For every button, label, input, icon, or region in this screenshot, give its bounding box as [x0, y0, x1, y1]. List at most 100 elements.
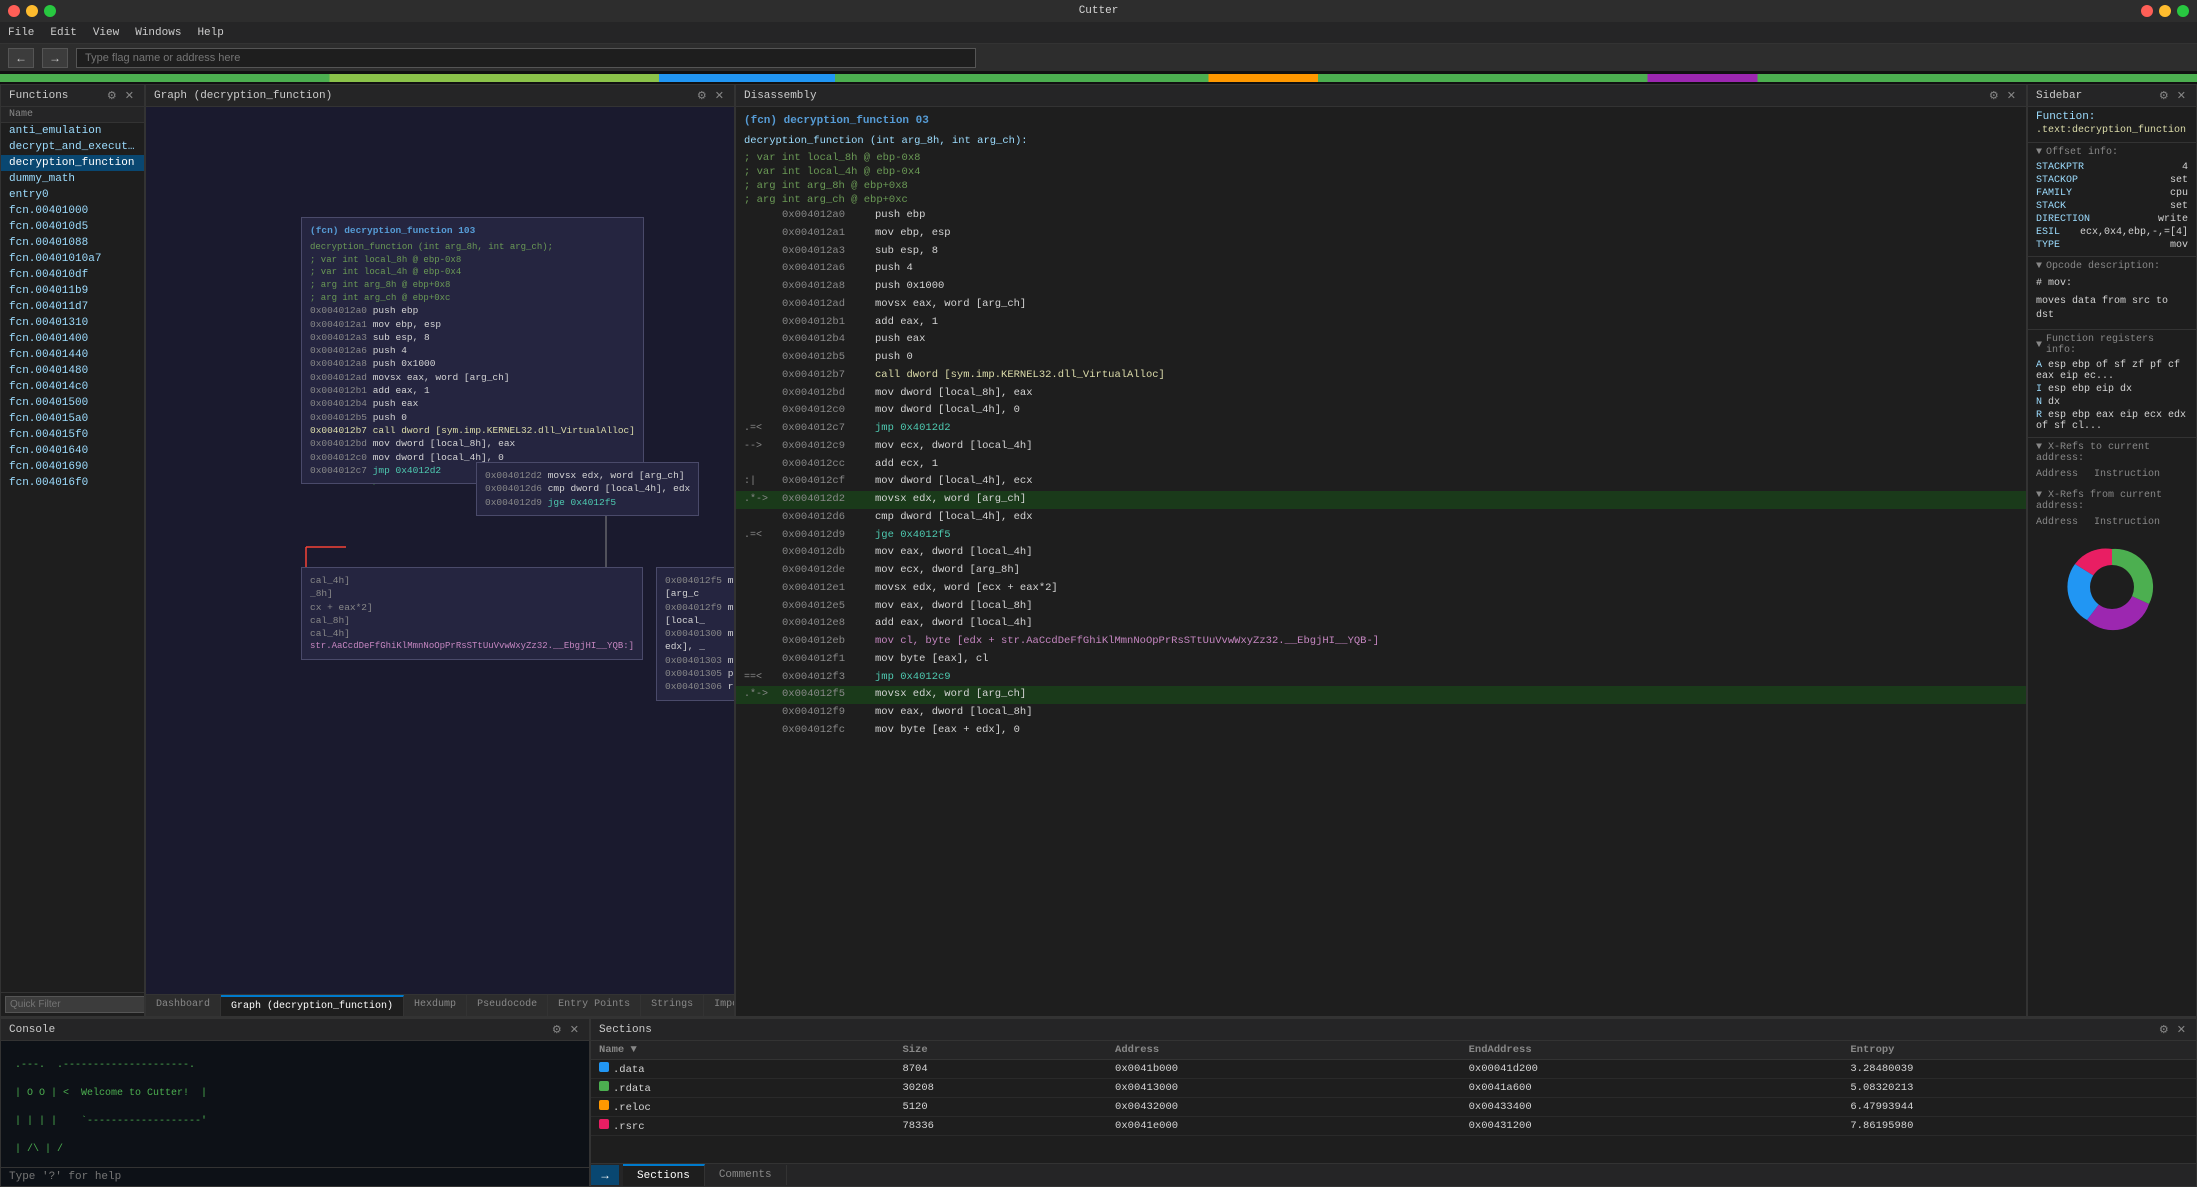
- console-settings-button[interactable]: ⚙: [550, 1023, 564, 1036]
- func-item-fcn.004010d5[interactable]: fcn.004010d5: [1, 219, 144, 235]
- xrefs-from-section: ▼ X-Refs from current address: Address I…: [2028, 486, 2196, 534]
- opcode-desc: moves data from src to dst: [2036, 293, 2188, 325]
- func-item-fcn.00401480[interactable]: fcn.00401480: [1, 363, 144, 379]
- tab-strings[interactable]: Strings: [641, 995, 704, 1016]
- menu-view[interactable]: View: [93, 27, 119, 39]
- tab-hexdump[interactable]: Hexdump: [404, 995, 467, 1016]
- disasm-line-0x004012a3: 0x004012a3sub esp, 8: [736, 243, 2026, 261]
- graph-header: Graph (decryption_function) ⚙ ✕: [146, 85, 734, 107]
- minimize-icon[interactable]: [2159, 5, 2171, 17]
- func-item-fcn.00401500[interactable]: fcn.00401500: [1, 395, 144, 411]
- menubar: File Edit View Windows Help: [0, 22, 2197, 44]
- func-item-fcn.004010df[interactable]: fcn.004010df: [1, 267, 144, 283]
- disasm-line-0x004012a0: 0x004012a0push ebp: [736, 207, 2026, 225]
- disasm-line-0x004012f9: 0x004012f9mov eax, dword [local_8h]: [736, 704, 2026, 722]
- xrefs-from-title[interactable]: ▼ X-Refs from current address:: [2036, 490, 2188, 512]
- functions-controls: ⚙ ✕: [105, 89, 136, 102]
- sidebar-settings-button[interactable]: ⚙: [2157, 89, 2171, 102]
- func-item-fcn.00401690[interactable]: fcn.00401690: [1, 459, 144, 475]
- func-item-fcn.00401010a7[interactable]: fcn.00401010a7: [1, 251, 144, 267]
- btab-sections[interactable]: Sections: [623, 1164, 705, 1186]
- minimize-button[interactable]: [26, 5, 38, 17]
- console-send-button[interactable]: →: [591, 1165, 619, 1185]
- sidebar-function: Function: .text:decryption_function: [2028, 107, 2196, 143]
- sidebar-close-button[interactable]: ✕: [2175, 89, 2188, 102]
- tab-entry-points[interactable]: Entry Points: [548, 995, 641, 1016]
- func-item-fcn.004016f0[interactable]: fcn.004016f0: [1, 475, 144, 491]
- func-item-fcn.004015a0[interactable]: fcn.004015a0: [1, 411, 144, 427]
- func-item-decrypt_and_execute_rsrc[interactable]: decrypt_and_execute_rsrc: [1, 139, 144, 155]
- func-item-anti_emulation[interactable]: anti_emulation: [1, 123, 144, 139]
- xrefs-from-addr-col: Address: [2036, 517, 2078, 528]
- func-item-fcn.004015f0[interactable]: fcn.004015f0: [1, 427, 144, 443]
- func-item-fcn.00401000[interactable]: fcn.00401000: [1, 203, 144, 219]
- disasm-settings-button[interactable]: ⚙: [1987, 89, 2001, 102]
- tab-imports[interactable]: Imports: [704, 995, 734, 1016]
- func-item-fcn.004014c0[interactable]: fcn.004014c0: [1, 379, 144, 395]
- sidebar-regs: ▼ Function registers info: A esp ebp of …: [2028, 330, 2196, 438]
- graph-close-button[interactable]: ✕: [713, 89, 726, 102]
- close-button[interactable]: [8, 5, 20, 17]
- disasm-line-0x004012e8: 0x004012e8add eax, dword [local_4h]: [736, 615, 2026, 633]
- seekbar[interactable]: [0, 72, 2197, 84]
- tab-graph[interactable]: Graph (decryption_function): [221, 995, 404, 1016]
- xrefs-to-title[interactable]: ▼ X-Refs to current address:: [2036, 442, 2188, 464]
- address-bar[interactable]: [76, 48, 976, 68]
- disasm-line-0x004012cf: :| 0x004012cfmov dword [local_4h], ecx: [736, 473, 2026, 491]
- disasm-line-0x004012db: 0x004012dbmov eax, dword [local_4h]: [736, 544, 2026, 562]
- sections-settings-button[interactable]: ⚙: [2157, 1023, 2171, 1036]
- disasm-content[interactable]: (fcn) decryption_function 03 decryption_…: [736, 107, 2026, 1016]
- menu-help[interactable]: Help: [197, 27, 223, 39]
- func-item-decryption_function[interactable]: decryption_function: [1, 155, 144, 171]
- disasm-line-0x004012ad: 0x004012admovsx eax, word [arg_ch]: [736, 296, 2026, 314]
- disasm-line-0x004012f5: .*->0x004012f5movsx edx, word [arg_ch]: [736, 686, 2026, 704]
- menu-windows[interactable]: Windows: [135, 27, 181, 39]
- func-item-fcn.00401640[interactable]: fcn.00401640: [1, 443, 144, 459]
- disasm-line-0x004012bd: 0x004012bdmov dword [local_8h], eax: [736, 385, 2026, 403]
- reg-line-i: I esp ebp eip dx: [2036, 383, 2188, 396]
- disasm-line-0x004012a1: 0x004012a1mov ebp, esp: [736, 225, 2026, 243]
- close-icon[interactable]: [2141, 5, 2153, 17]
- graph-settings-button[interactable]: ⚙: [695, 89, 709, 102]
- func-item-fcn.00401088[interactable]: fcn.00401088: [1, 235, 144, 251]
- col-name: Name ▼: [591, 1041, 894, 1060]
- offset-section-title[interactable]: ▼ Offset info:: [2036, 147, 2188, 158]
- disasm-line-0x004012d9: .=<0x004012d9jge 0x4012f5: [736, 527, 2026, 545]
- func-item-dummy_math[interactable]: dummy_math: [1, 171, 144, 187]
- regs-section-title[interactable]: ▼ Function registers info:: [2036, 334, 2188, 356]
- func-item-fcn.00401310[interactable]: fcn.00401310: [1, 315, 144, 331]
- sidebar-row-esil: ESILecx,0x4,ebp,-,=[4]: [2036, 226, 2188, 239]
- sections-close-button[interactable]: ✕: [2175, 1023, 2188, 1036]
- func-item-fcn.00401440[interactable]: fcn.00401440: [1, 347, 144, 363]
- btab-comments[interactable]: Comments: [705, 1165, 787, 1185]
- func-item-fcn.004011b9[interactable]: fcn.004011b9: [1, 283, 144, 299]
- func-item-entry0[interactable]: entry0: [1, 187, 144, 203]
- tab-dashboard[interactable]: Dashboard: [146, 995, 221, 1016]
- forward-button[interactable]: →: [42, 48, 68, 68]
- functions-settings-button[interactable]: ⚙: [105, 89, 119, 102]
- console-input-area: [1, 1167, 589, 1186]
- disasm-lines: ; var int local_8h @ ebp-0x8; var int lo…: [736, 151, 2026, 740]
- graph-content[interactable]: (fcn) decryption_function 103 decryption…: [146, 107, 734, 994]
- menu-file[interactable]: File: [8, 27, 34, 39]
- maximize-button[interactable]: [44, 5, 56, 17]
- functions-close-button[interactable]: ✕: [123, 89, 136, 102]
- disasm-close-button[interactable]: ✕: [2005, 89, 2018, 102]
- opcode-section-title[interactable]: ▼ Opcode description:: [2036, 261, 2188, 272]
- console-close-button[interactable]: ✕: [568, 1023, 581, 1036]
- tab-pseudocode[interactable]: Pseudocode: [467, 995, 548, 1016]
- functions-title: Functions: [9, 90, 68, 102]
- menu-edit[interactable]: Edit: [50, 27, 76, 39]
- console-input[interactable]: [9, 1171, 581, 1183]
- func-item-fcn.00401400[interactable]: fcn.00401400: [1, 331, 144, 347]
- func-item-fcn.004011d7[interactable]: fcn.004011d7: [1, 299, 144, 315]
- sidebar-row-direction: DIRECTIONwrite: [2036, 213, 2188, 226]
- sections-table: Name ▼ Size Address EndAddress Entropy .…: [591, 1041, 2196, 1163]
- graph-controls: ⚙ ✕: [695, 89, 726, 102]
- sidebar-row-type: TYPEmov: [2036, 239, 2188, 252]
- expand-icon[interactable]: [2177, 5, 2189, 17]
- bottom-area: Console ⚙ ✕ .---. .---------------------…: [0, 1017, 2197, 1187]
- back-button[interactable]: ←: [8, 48, 34, 68]
- quick-filter-input[interactable]: [5, 996, 145, 1013]
- titlebar: Cutter: [0, 0, 2197, 22]
